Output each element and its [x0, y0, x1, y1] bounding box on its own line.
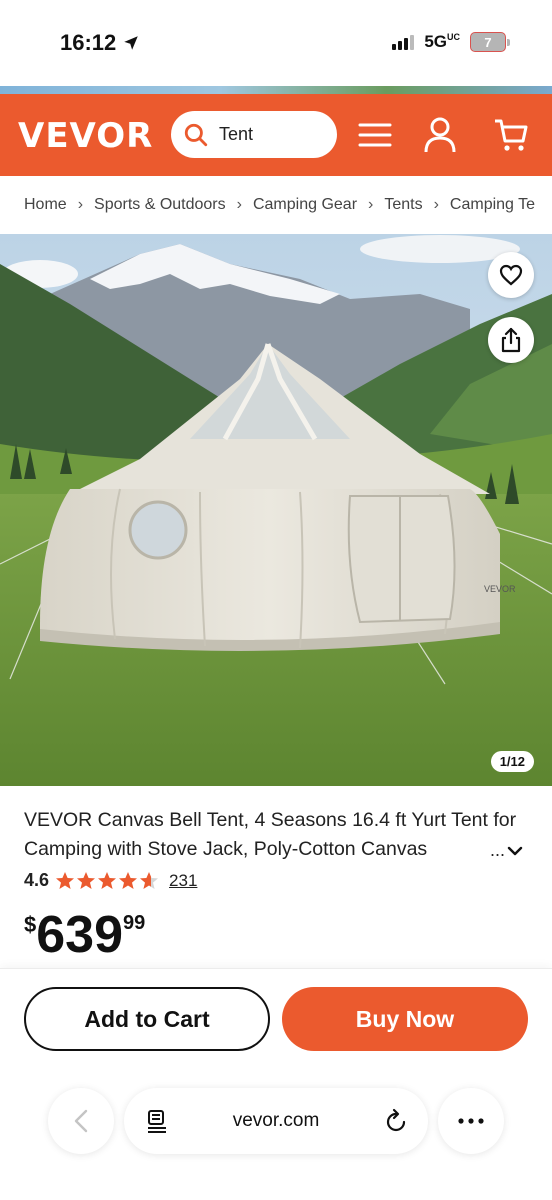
chevron-right-icon: › [77, 196, 84, 213]
add-to-cart-button[interactable]: Add to Cart [24, 987, 270, 1051]
buy-now-button[interactable]: Buy Now [282, 987, 528, 1051]
rating-value: 4.6 [24, 870, 50, 890]
site-header: VEVOR Tent [0, 94, 552, 176]
price-cents: 99 [123, 912, 146, 934]
network-suffix: UC [447, 32, 460, 42]
share-icon [501, 327, 521, 353]
star-icon [56, 871, 75, 889]
chevron-right-icon: › [368, 196, 374, 213]
network-type: 5GUC [424, 32, 460, 52]
chevron-right-icon: › [433, 196, 439, 213]
status-bar: 16:12 5GUC 7 [0, 0, 552, 86]
vevor-logo[interactable]: VEVOR [18, 116, 153, 156]
product-title: VEVOR Canvas Bell Tent, 4 Seasons 16.4 f… [24, 809, 517, 860]
page-top-banner [0, 86, 552, 94]
star-rating [55, 871, 159, 891]
search-query: Tent [219, 124, 254, 144]
menu-button[interactable] [354, 114, 396, 156]
cellular-signal-icon [392, 34, 415, 50]
battery-icon: 7 [470, 32, 510, 52]
breadcrumb-camping-tents[interactable]: Camping Te [450, 196, 535, 214]
url-text: vevor.com [232, 1110, 320, 1131]
more-options-button[interactable] [438, 1088, 504, 1154]
account-icon [424, 117, 456, 153]
tent-brand-mark: VEVOR [484, 584, 516, 594]
share-button[interactable] [488, 317, 534, 363]
chevron-right-icon: › [236, 196, 242, 213]
location-arrow-icon [124, 36, 139, 50]
star-icon [77, 871, 96, 889]
product-photo: VEVOR [0, 234, 552, 786]
star-icon [140, 871, 159, 889]
menu-icon [358, 123, 392, 147]
address-bar[interactable]: vevor.com [124, 1088, 428, 1154]
review-count-link[interactable]: 231 [169, 871, 197, 891]
wishlist-button[interactable] [488, 252, 534, 298]
star-icon [119, 871, 138, 889]
clock: 16:12 [60, 30, 117, 55]
breadcrumb: Home › Sports & Outdoors › Camping Gear … [0, 176, 552, 234]
rating-row: 4.6 231 [24, 870, 197, 891]
breadcrumb-sports-outdoors[interactable]: Sports & Outdoors [94, 196, 226, 214]
heart-icon [499, 264, 523, 286]
browser-toolbar: vevor.com [0, 1088, 552, 1200]
product-image[interactable]: VEVOR 1/12 [0, 234, 552, 786]
ellipsis-icon [458, 1118, 484, 1124]
network-label: 5G [424, 32, 447, 51]
battery-level: 7 [484, 34, 492, 50]
status-time: 16:12 [60, 30, 140, 56]
price-currency: $ [24, 912, 37, 937]
image-counter: 1/12 [490, 751, 534, 772]
breadcrumb-camping-gear[interactable]: Camping Gear [253, 196, 357, 214]
search-input[interactable]: Tent [171, 111, 337, 158]
reload-icon[interactable] [384, 1108, 408, 1134]
more-label: ... [490, 840, 506, 860]
price-whole: 639 [36, 906, 124, 964]
breadcrumb-home[interactable]: Home [24, 196, 67, 214]
chevron-down-icon [507, 846, 523, 855]
expand-title-button[interactable]: ... [490, 840, 523, 861]
breadcrumb-tents[interactable]: Tents [384, 196, 422, 214]
status-indicators: 5GUC 7 [392, 32, 510, 52]
cart-icon [495, 119, 528, 151]
product-price: $ 639 99 [24, 906, 145, 964]
back-button[interactable] [48, 1088, 114, 1154]
account-button[interactable] [419, 114, 461, 156]
chevron-left-icon [74, 1109, 88, 1133]
star-icon [98, 871, 117, 889]
search-icon [184, 123, 208, 146]
cart-button[interactable] [490, 114, 532, 156]
